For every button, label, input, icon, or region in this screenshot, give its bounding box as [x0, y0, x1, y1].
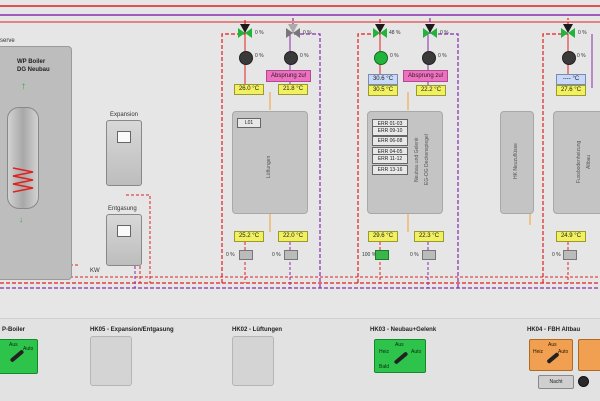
boiler-partial-label: serve — [0, 38, 15, 44]
hk02-valve-bottom-right-pct: 0 % — [272, 252, 281, 258]
switch-label-auto: Auto — [558, 349, 569, 355]
section-title-hk02: HK02 - Lüftungen — [232, 327, 282, 333]
boiler-up-arrow-icon: ↑ — [21, 81, 26, 92]
hk04-temp-bottom-supply: 24.9 °C — [556, 231, 586, 242]
hk04-valve-top-left-pct: 0 % — [578, 30, 587, 36]
err-item[interactable]: ERR 09-10 — [372, 126, 408, 136]
switch-label-bald: Bald — [379, 364, 390, 370]
switch-knob-icon — [393, 351, 409, 365]
hk02-pump-right[interactable] — [284, 51, 298, 65]
hk02-valve-bottom-left[interactable] — [239, 250, 253, 260]
expansion-unit[interactable] — [106, 120, 142, 186]
hk02-valve-top-left-pct: 0 % — [255, 30, 264, 36]
kw-label: KW — [90, 268, 100, 274]
hk04-small-panel-label: HK Neuzuflüsse — [513, 143, 519, 179]
hk03-pump-right[interactable] — [422, 51, 436, 65]
boiler-down-arrow-icon: ↓ — [19, 215, 23, 224]
hk03-pump-right-pct: 0 % — [438, 53, 447, 59]
hk03-temp-bottom-return: 22.3 °C — [414, 231, 444, 242]
hk04-pump-left[interactable] — [562, 51, 576, 65]
section-title-hk05: HK05 - Expansion/Entgasung — [90, 327, 174, 333]
hk02-panel-header: L01 — [237, 118, 261, 128]
switch-label-auto: Auto — [23, 346, 34, 352]
hk02-temp-return: 21.8 °C — [278, 84, 308, 95]
expansion-label: Expansion — [110, 112, 139, 118]
switch-label-auto: Auto — [411, 349, 422, 355]
hk03-temp-return: 22.2 °C — [416, 85, 446, 96]
hk05-control-box[interactable] — [90, 336, 132, 386]
section-title-hk03: HK03 - Neubau+Gelenk — [370, 327, 437, 333]
plant-schematic: serve WP Boiler DG Neubau ↑ ↓ Expansion … — [0, 0, 600, 318]
boiler-title-1: WP Boiler — [17, 59, 46, 65]
hk02-valve-top-right-pct: 0 % — [303, 30, 312, 36]
hk03-pump-left[interactable] — [374, 51, 388, 65]
switch-knob-icon — [546, 351, 560, 365]
hk03-valve-top-left-pct: 48 % — [389, 30, 401, 36]
hk04-temp-supply: 27.6 °C — [556, 85, 586, 96]
err-item[interactable]: ERR 06-08 — [372, 136, 408, 146]
degassing-unit-display-icon — [117, 225, 131, 237]
heating-coil-icon — [12, 167, 34, 193]
hk02-valve-bottom-right[interactable] — [284, 250, 298, 260]
boiler-title-2: DG Neubau — [17, 67, 50, 73]
hk02-valve-top-right[interactable] — [286, 24, 300, 38]
hk04-consumer-panel[interactable]: Fussbodenheizung Altbau — [553, 111, 600, 214]
hk04-valve-bottom-left-pct: 0 % — [552, 252, 561, 258]
err-item[interactable]: ERR 11-12 — [372, 154, 408, 164]
switch-label-aus: Aus — [395, 342, 404, 348]
degassing-label: Entgasung — [108, 206, 137, 212]
hk02-temp-supply: 26.0 °C — [234, 84, 264, 95]
wp-boiler-panel[interactable]: WP Boiler DG Neubau ↑ ↓ — [0, 46, 72, 280]
section-title-p-boiler: P-Boiler — [2, 327, 26, 333]
hk04-switch-panel[interactable]: Aus Heiz Auto — [529, 339, 573, 371]
hk04-pump-left-pct: 0 % — [577, 53, 586, 59]
switch-label-aus: Aus — [9, 342, 18, 348]
hk03-valve-top-right-pct: 0 % — [440, 30, 449, 36]
section-title-hk04: HK04 - FBH Altbau — [527, 327, 581, 333]
hk04-panel-vertical-label-2: Altbau — [586, 154, 592, 170]
switch-knob-icon — [9, 349, 25, 363]
hk03-switch-panel[interactable]: Aus Heiz Auto Bald — [374, 339, 426, 373]
hk02-consumer-panel[interactable]: L01 Lüftungen — [232, 111, 308, 214]
hk02-pump-left-pct: 0 % — [255, 53, 264, 59]
hk02-temp-bottom-supply: 25.2 °C — [234, 231, 264, 242]
hk04-valve-bottom-left[interactable] — [563, 250, 577, 260]
hk03-panel-vertical-label-1: Neubau und Gelenk — [414, 137, 420, 183]
hk04-secondary-button[interactable] — [578, 339, 600, 371]
hk03-valve-top-right[interactable] — [423, 24, 437, 38]
hk03-valve-bottom-right-pct: 0 % — [410, 252, 419, 258]
hk03-pump-left-pct: 0 % — [390, 53, 399, 59]
hk03-temp-bottom-supply: 29.6 °C — [368, 231, 398, 242]
boiler-tank — [7, 107, 39, 209]
hk03-temp-supply: 30.5 °C — [368, 85, 398, 96]
hk02-control-box[interactable] — [232, 336, 274, 386]
hk03-valve-bottom-right[interactable] — [422, 250, 436, 260]
hk03-valve-bottom-left[interactable] — [375, 250, 389, 260]
err-item[interactable]: ERR 13-16 — [372, 165, 408, 175]
switch-label-heiz: Heiz — [379, 349, 390, 355]
hk03-panel-vertical-label-2: EG-OG Deckenspiegel — [424, 134, 430, 186]
degassing-unit[interactable] — [106, 214, 142, 266]
hk03-jump-button[interactable]: Absprung zu! — [403, 70, 449, 82]
hk02-temp-bottom-return: 22.0 °C — [278, 231, 308, 242]
switch-label-aus: Aus — [548, 342, 557, 348]
switch-label-heiz: Heiz — [533, 349, 544, 355]
hk03-temp-supply-top: 30.6 °C — [368, 74, 398, 85]
hk04-panel-vertical-label-1: Fussbodenheizung — [576, 140, 582, 184]
hk02-panel-vertical-label: Lüftungen — [266, 155, 272, 179]
p-boiler-switch-panel[interactable]: Aus Auto — [0, 339, 38, 374]
hk02-pump-right-pct: 0 % — [300, 53, 309, 59]
hk04-temp-supply-top: ---- °C — [556, 74, 586, 85]
control-strip: P-Boiler Aus Auto HK05 - Expansion/Entga… — [0, 318, 600, 401]
hk02-valve-bottom-left-pct: 0 % — [226, 252, 235, 258]
hk04-small-panel[interactable]: HK Neuzuflüsse — [500, 111, 534, 214]
timer-dial-icon[interactable] — [578, 376, 589, 387]
night-button[interactable]: Nacht — [538, 375, 574, 389]
hk03-consumer-panel[interactable]: ERR 01-03 ERR 09-10 ERR 06-08 ERR 04-05 … — [367, 111, 443, 214]
hk02-pump-left[interactable] — [239, 51, 253, 65]
hk02-jump-button[interactable]: Absprung zu! — [266, 70, 312, 82]
expansion-unit-display-icon — [117, 131, 131, 143]
